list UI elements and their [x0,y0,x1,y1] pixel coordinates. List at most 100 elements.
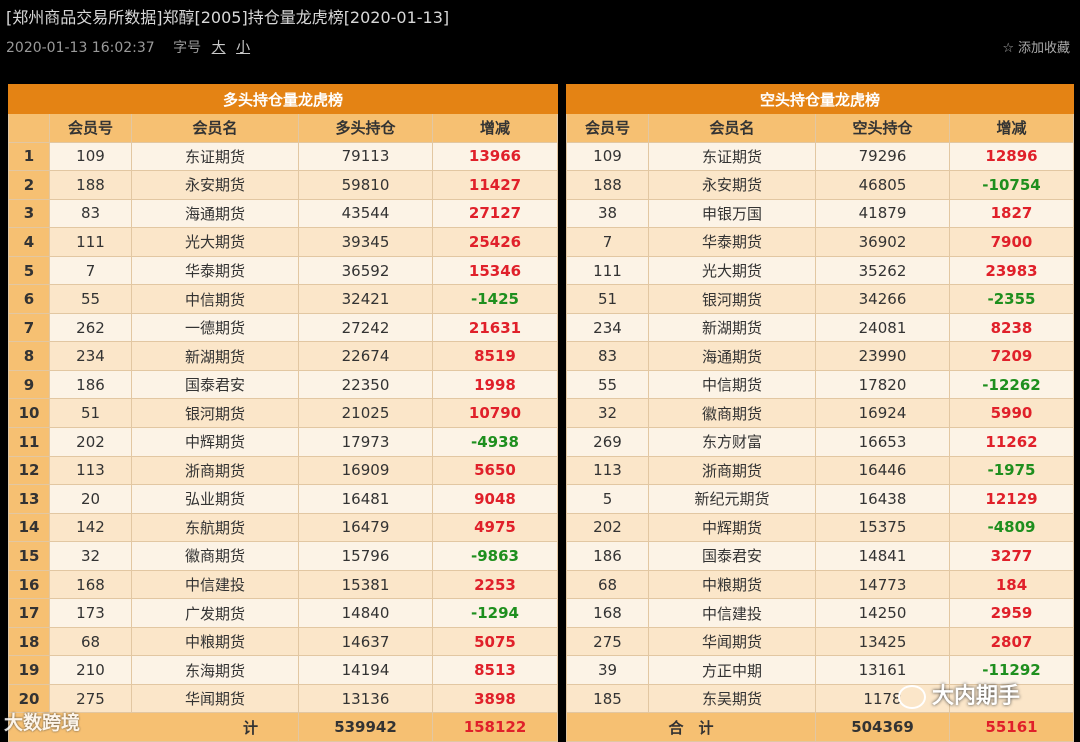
member-name-cell: 银河期货 [648,284,816,314]
member-id-cell: 32 [566,398,649,429]
member-id-cell: 111 [566,255,649,286]
position-cell: 43544 [298,198,433,229]
table-row: 188 永安期货 46805 -10754 [566,170,1075,200]
position-cell: 16924 [815,398,950,429]
change-cell: 11262 [948,427,1075,457]
change-cell: -1975 [948,455,1075,486]
change-cell: 7900 [948,227,1075,257]
member-name-cell: 广发期货 [131,598,299,628]
member-id-cell: 275 [566,626,649,657]
change-cell: -1425 [432,284,558,314]
table-row: 10 51 银河期货 21025 10790 [8,398,558,429]
total-row: 合 计 504369 55161 [566,712,1075,742]
article-meta: 2020-01-13 16:02:37 字号 大 小 [6,37,250,57]
wechat-icon [898,685,926,709]
member-name-cell: 中粮期货 [131,626,299,657]
table-row: 109 东证期货 79296 12896 [566,141,1075,172]
position-cell: 14773 [815,569,950,600]
member-name-cell: 方正中期 [648,655,816,685]
rank-cell: 7 [8,312,50,343]
rank-cell: 18 [8,626,50,657]
position-cell: 15375 [815,512,950,543]
total-change: 55161 [948,712,1075,742]
member-name-cell: 东航期货 [131,512,299,543]
table-row: 51 银河期货 34266 -2355 [566,284,1075,314]
table-row: 17 173 广发期货 14840 -1294 [8,598,558,628]
change-cell: 3898 [432,683,558,714]
font-small-link[interactable]: 小 [236,40,250,56]
total-label: 合 计 [566,712,816,742]
change-cell: 15346 [432,255,558,286]
change-cell: 25426 [432,227,558,257]
member-id-cell: 51 [566,284,649,314]
rank-cell: 3 [8,198,50,229]
position-cell: 41879 [815,198,950,229]
change-cell: 8519 [432,341,558,371]
position-cell: 16909 [298,455,433,486]
total-position: 539942 [298,712,433,742]
member-name-cell: 海通期货 [648,341,816,371]
rank-cell: 6 [8,284,50,314]
table-row: 1 109 东证期货 79113 13966 [8,141,558,172]
member-name-cell: 新湖期货 [131,341,299,371]
member-id-cell: 68 [566,569,649,600]
member-name-cell: 中信期货 [648,369,816,400]
member-name-header: 会员名 [131,113,299,143]
change-cell: -4938 [432,427,558,457]
long-position-table: 多头持仓量龙虎榜 会员号 会员名 多头持仓 增减 1 109 东证期货 79113 13… [8,84,558,742]
member-name-cell: 中辉期货 [131,427,299,457]
rank-cell: 10 [8,398,50,429]
member-name-cell: 中粮期货 [648,569,816,600]
member-name-cell: 徽商期货 [648,398,816,429]
table-row: 113 浙商期货 16446 -1975 [566,455,1075,486]
font-large-link[interactable]: 大 [212,40,226,56]
member-id-cell: 5 [566,484,649,514]
member-name-cell: 光大期货 [131,227,299,257]
member-id-cell: 202 [49,427,132,457]
member-id-cell: 188 [566,170,649,200]
member-name-cell: 华闻期货 [131,683,299,714]
add-favorite-button[interactable]: ☆ 添加收藏 [1002,37,1070,56]
position-cell: 14840 [298,598,433,628]
change-cell: 5075 [432,626,558,657]
change-cell: 5650 [432,455,558,486]
member-name-cell: 东海期货 [131,655,299,685]
table-row: 5 7 华泰期货 36592 15346 [8,255,558,286]
member-id-cell: 173 [49,598,132,628]
table-row: 168 中信建投 14250 2959 [566,598,1075,628]
change-cell: -2355 [948,284,1075,314]
member-id-cell: 202 [566,512,649,543]
table-row: 9 186 国泰君安 22350 1998 [8,369,558,400]
change-header: 增减 [948,113,1075,143]
member-id-cell: 109 [566,141,649,172]
rank-cell: 1 [8,141,50,172]
table-row: 4 111 光大期货 39345 25426 [8,227,558,257]
member-name-cell: 华泰期货 [131,255,299,286]
position-cell: 79113 [298,141,433,172]
table-row: 32 徽商期货 16924 5990 [566,398,1075,429]
position-cell: 36902 [815,227,950,257]
position-cell: 14194 [298,655,433,685]
member-id-cell: 234 [566,312,649,343]
table-row: 7 262 一德期货 27242 21631 [8,312,558,343]
position-cell: 24081 [815,312,950,343]
rank-cell: 14 [8,512,50,543]
timestamp: 2020-01-13 16:02:37 [6,40,155,56]
change-cell: 2959 [948,598,1075,628]
star-outline-icon: ☆ [1002,41,1014,56]
member-name-cell: 华闻期货 [648,626,816,657]
member-name-cell: 弘业期货 [131,484,299,514]
table-row: 186 国泰君安 14841 3277 [566,541,1075,571]
position-cell: 14250 [815,598,950,628]
change-cell: -4809 [948,512,1075,543]
change-cell: 2253 [432,569,558,600]
member-id-cell: 38 [566,198,649,229]
short-table-header-row: 会员号 会员名 空头持仓 增减 [566,113,1075,143]
position-cell: 17820 [815,369,950,400]
table-row: 202 中辉期货 15375 -4809 [566,512,1075,543]
page-title: [郑州商品交易所数据]郑醇[2005]持仓量龙虎榜[2020-01-13] [6,8,450,27]
change-cell: 3277 [948,541,1075,571]
short-position-table: 空头持仓量龙虎榜 会员号 会员名 空头持仓 增减 109 东证期货 79296 128… [565,84,1075,742]
rank-cell: 16 [8,569,50,600]
position-cell: 15796 [298,541,433,571]
